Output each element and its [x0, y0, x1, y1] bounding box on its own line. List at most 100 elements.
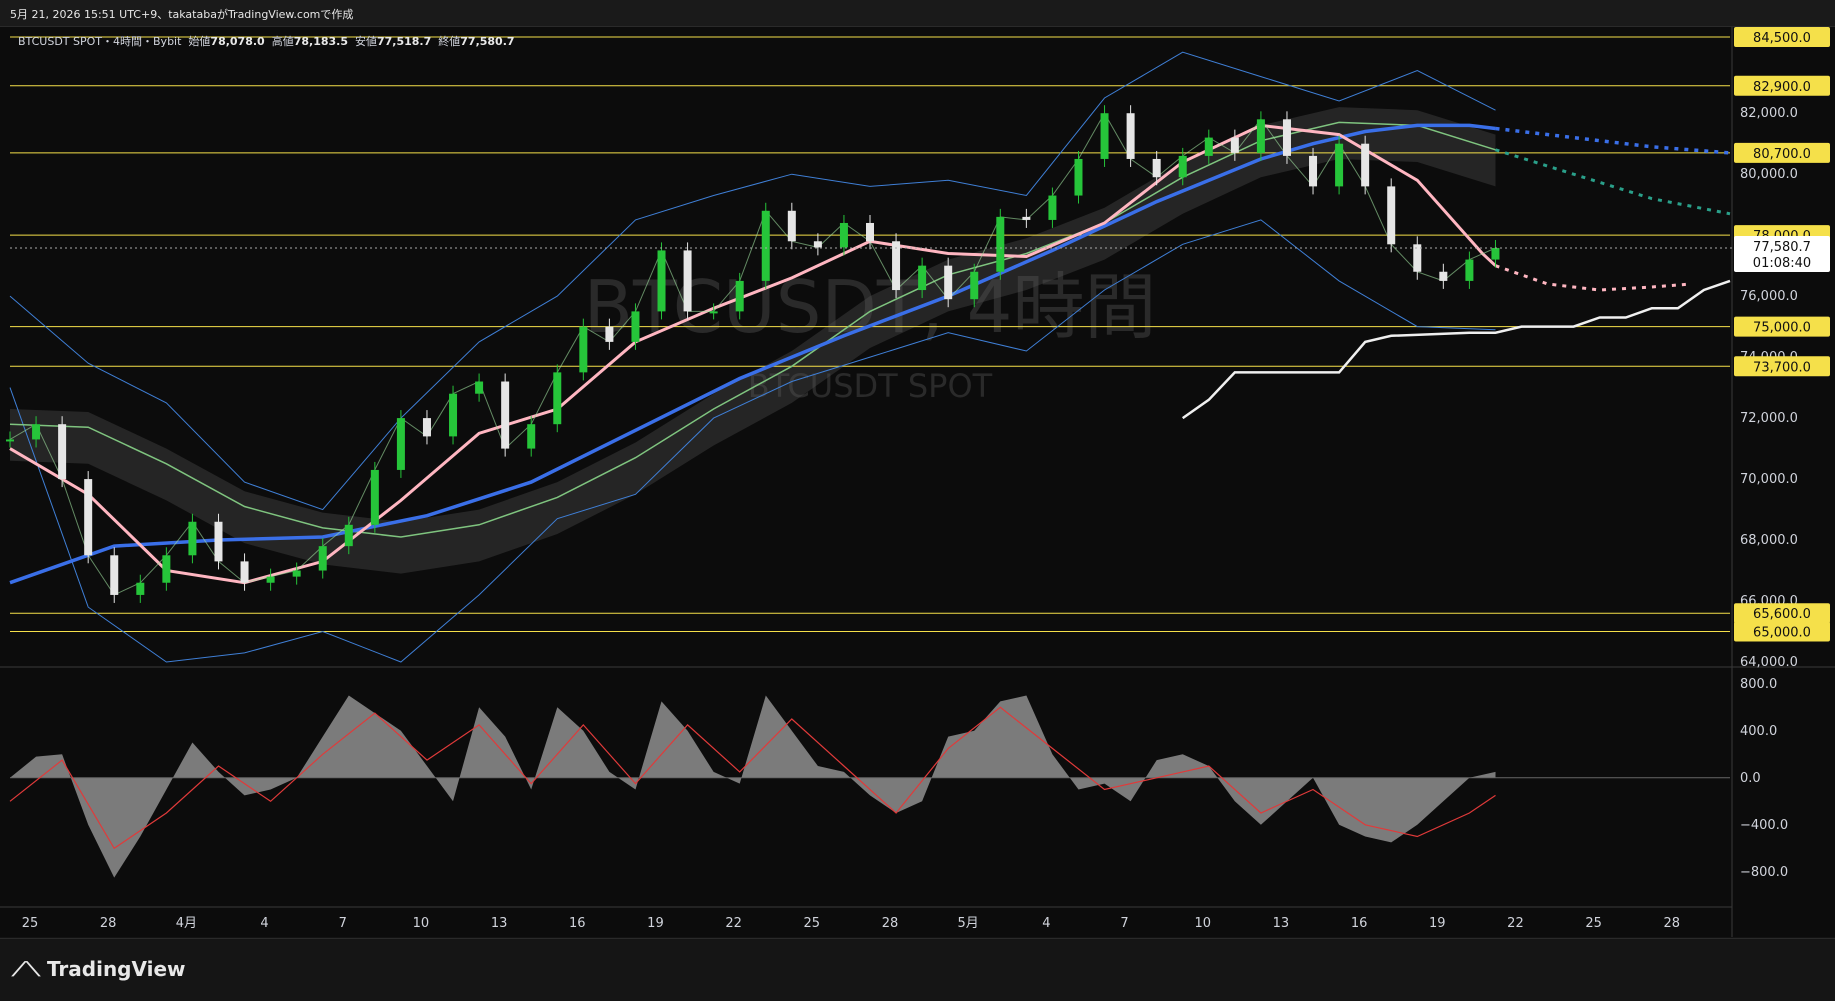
candle-body [918, 265, 927, 291]
candle-body [657, 250, 666, 312]
x-tick-label: 28 [1664, 916, 1681, 931]
chart-area[interactable]: BTCUSDT, 4時間 BTCUSDT SPOT 64,000.0 66,000… [0, 27, 1835, 937]
candle-body [1048, 195, 1057, 220]
low-value: 77,518.7 [376, 35, 432, 48]
x-tick-label: 25 [1585, 916, 1602, 931]
level-label: 65,000.0 [1753, 626, 1811, 641]
candle-body [1491, 247, 1500, 260]
open-value: 78,078.0 [210, 35, 265, 48]
candle-body [892, 241, 901, 291]
y-tick-label: 72,000.0 [1740, 411, 1798, 426]
osc-tick-label: 800.0 [1740, 677, 1777, 692]
y-tick-label: 80,000.0 [1740, 167, 1798, 182]
osc-tick-label: 0.0 [1740, 771, 1761, 786]
candle-body [1309, 155, 1318, 187]
candle-body [110, 555, 119, 595]
x-tick-label: 10 [413, 916, 430, 931]
x-tick-label: 16 [569, 916, 586, 931]
candle-body [1022, 216, 1031, 220]
x-tick-label: 19 [1429, 916, 1446, 931]
candle-body [32, 424, 41, 440]
candle-body [1074, 158, 1083, 196]
level-label: 84,500.0 [1753, 31, 1811, 46]
osc-tick-label: −400.0 [1740, 818, 1788, 833]
symbol-label: BTCUSDT SPOT・4時間・Bybit [18, 35, 182, 48]
candle-body [866, 222, 874, 242]
candle-body [1361, 143, 1370, 187]
candle-body [1152, 158, 1161, 178]
candle-body [240, 561, 249, 583]
y-tick-label: 68,000.0 [1740, 533, 1798, 548]
chart-svg[interactable]: BTCUSDT, 4時間 BTCUSDT SPOT 64,000.066,000… [0, 27, 1835, 937]
candle-body [944, 265, 953, 300]
candle-body [996, 216, 1005, 272]
candle-body [527, 424, 536, 449]
candle-body [709, 311, 718, 314]
candle-body [58, 424, 67, 480]
level-label: 80,700.0 [1753, 147, 1811, 162]
x-tick-label: 13 [491, 916, 508, 931]
candle-body [6, 439, 14, 442]
level-label: 82,900.0 [1753, 80, 1811, 95]
candle-body [344, 524, 353, 547]
x-tick-label: 5月 [958, 916, 979, 931]
x-tick-label: 13 [1273, 916, 1290, 931]
candle-body [787, 210, 796, 242]
high-label: 高値 [271, 35, 294, 48]
header-bar: 5月 21, 2026 15:51 UTC+9、takatabaがTrading… [0, 0, 1835, 27]
candle-body [1204, 137, 1213, 156]
candle-body [1100, 113, 1109, 159]
brand-label: TradingView [46, 957, 186, 981]
candle-body [501, 381, 510, 449]
high-value: 78,183.5 [293, 35, 348, 48]
candle-body [1282, 119, 1291, 156]
candle-body [761, 210, 770, 281]
last-price-label: 77,580.7 [1753, 240, 1811, 255]
x-tick-label: 16 [1351, 916, 1368, 931]
x-tick-label: 4 [260, 916, 268, 931]
x-tick-label: 22 [725, 916, 742, 931]
candle-body [214, 521, 223, 562]
ema-fast-projection [1495, 264, 1692, 292]
level-label: 73,700.0 [1753, 360, 1811, 375]
y-tick-label: 76,000.0 [1740, 289, 1798, 304]
candle-body [188, 521, 197, 556]
candle-body [1335, 143, 1344, 187]
x-tick-label: 7 [1120, 916, 1128, 931]
logo-mark-icon: ⟋⟍ [12, 957, 47, 981]
oscillator-fill [10, 695, 1496, 878]
candle-body [1126, 113, 1135, 159]
candle-body [136, 582, 145, 595]
level-label: 65,600.0 [1753, 607, 1811, 622]
tradingview-logo[interactable]: ⟋⟍ TradingView [12, 957, 186, 981]
low-label: 安値 [354, 35, 377, 48]
ema-slow-projection [1495, 126, 1731, 155]
x-tick-label: 4 [1042, 916, 1050, 931]
candle-body [1387, 186, 1396, 245]
y-tick-label: 82,000.0 [1740, 106, 1798, 121]
x-tick-label: 28 [882, 916, 899, 931]
candle-body [813, 241, 822, 248]
x-tick-label: 22 [1507, 916, 1524, 931]
ma-mid-projection [1495, 148, 1731, 216]
candle-body [1230, 137, 1239, 153]
projection-line [1181, 279, 1731, 420]
candle-body [318, 546, 327, 571]
candle-body [292, 570, 301, 577]
candle-body [449, 393, 458, 437]
close-label: 終値 [438, 35, 461, 48]
y-tick-label: 64,000.0 [1740, 655, 1798, 670]
candle-body [1439, 271, 1448, 281]
candle-body [162, 555, 171, 583]
y-tick-label: 70,000.0 [1740, 472, 1798, 487]
open-label: 始値 [188, 35, 211, 48]
x-tick-label: 19 [647, 916, 664, 931]
x-tick-label: 7 [339, 916, 347, 931]
candle-body [266, 576, 275, 583]
candle-body [553, 372, 562, 425]
candle-body [1256, 119, 1265, 153]
close-value: 77,580.7 [460, 35, 515, 48]
candle-body [1178, 155, 1187, 178]
candle-body [839, 222, 848, 248]
countdown-label: 01:08:40 [1753, 256, 1811, 271]
